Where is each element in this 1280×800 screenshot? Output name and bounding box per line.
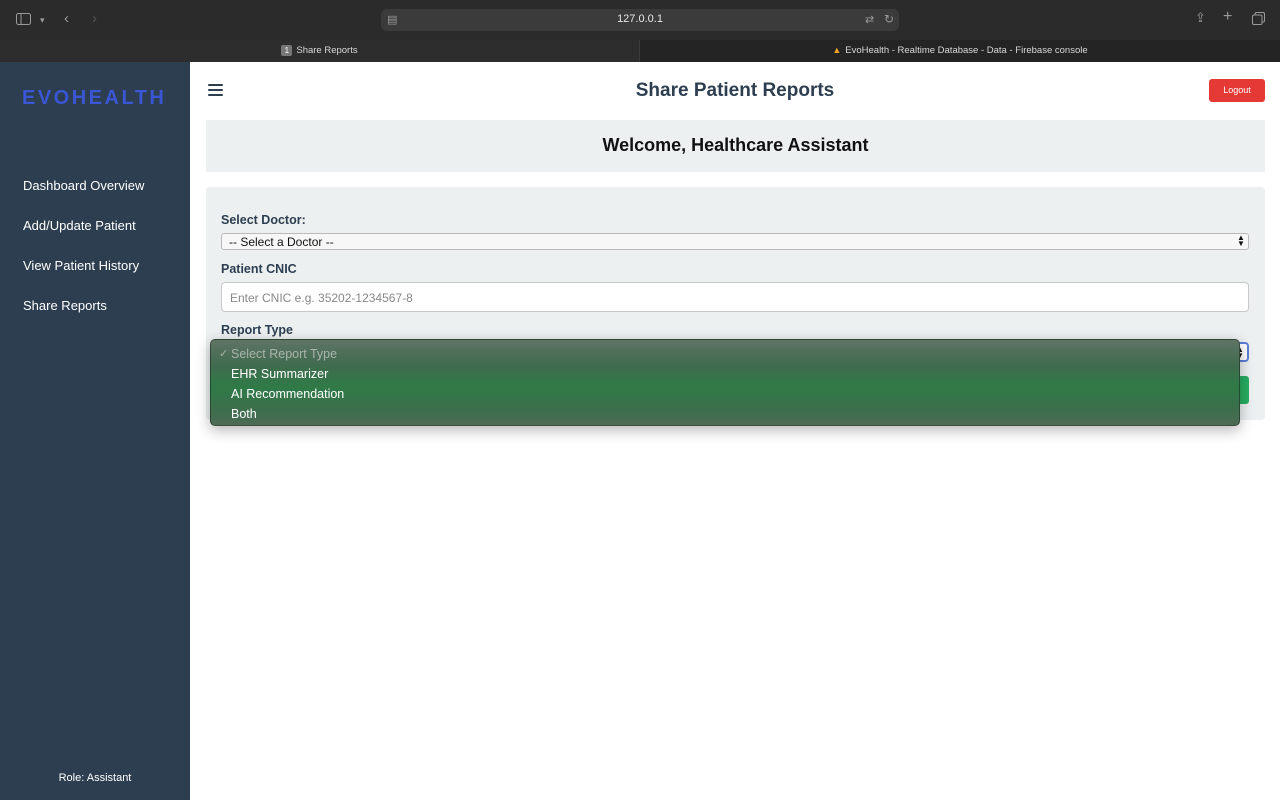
- sidebar: EVOHEALTH Dashboard Overview Add/Update …: [0, 62, 190, 800]
- chevron-down-icon[interactable]: ▾: [40, 13, 45, 27]
- tab-label: EvoHealth - Realtime Database - Data - F…: [845, 45, 1088, 56]
- welcome-text: Welcome, Healthcare Assistant: [602, 135, 869, 155]
- translate-icon[interactable]: ⇄: [865, 13, 874, 27]
- logo: EVOHEALTH: [22, 87, 167, 109]
- cnic-label: Patient CNIC: [221, 262, 297, 276]
- url-text: 127.0.0.1: [617, 13, 663, 25]
- sidebar-item-share-reports[interactable]: Share Reports: [23, 298, 107, 313]
- share-icon[interactable]: ⇪: [1195, 11, 1206, 25]
- role-label: Role: Assistant: [58, 772, 132, 784]
- main-content: Share Patient Reports Logout Welcome, He…: [190, 62, 1280, 800]
- sidebar-item-view-patient-history[interactable]: View Patient History: [23, 258, 139, 273]
- option-label: Select Report Type: [231, 347, 338, 361]
- sidebar-item-add-update-patient[interactable]: Add/Update Patient: [23, 218, 136, 233]
- tab-badge: 1: [281, 45, 293, 56]
- option-both[interactable]: Both: [231, 407, 257, 421]
- updown-arrows-icon: ▲▼: [1237, 233, 1245, 248]
- checkmark-icon: ✓: [219, 348, 229, 360]
- report-type-label: Report Type: [221, 323, 293, 337]
- sidebar-toggle-icon[interactable]: [16, 13, 31, 27]
- new-tab-icon[interactable]: +: [1223, 9, 1232, 25]
- firebase-icon: ▲: [832, 45, 842, 55]
- tabs-overview-icon[interactable]: [1252, 12, 1265, 27]
- reload-icon[interactable]: ↻: [884, 12, 894, 26]
- option-select-report-type: ✓ Select Report Type: [219, 347, 338, 361]
- doctor-select[interactable]: -- Select a Doctor -- ▲ ▼: [221, 233, 1249, 250]
- tab-bar: 1 Share Reports ▲ EvoHealth - Realtime Dat…: [0, 40, 1280, 62]
- sidebar-item-dashboard-overview[interactable]: Dashboard Overview: [23, 178, 144, 193]
- logout-button[interactable]: Logout: [1209, 79, 1265, 102]
- option-ai-recommendation[interactable]: AI Recommendation: [231, 387, 344, 401]
- doctor-select-value: -- Select a Doctor --: [229, 235, 334, 249]
- page-title: Share Patient Reports: [635, 80, 835, 101]
- tab-label: Share Reports: [296, 45, 358, 56]
- tab-firebase-console[interactable]: ▲ EvoHealth - Realtime Database - Data - …: [639, 40, 1280, 62]
- tab-share-reports[interactable]: 1 Share Reports: [0, 40, 639, 62]
- welcome-banner: Welcome, Healthcare Assistant: [206, 120, 1265, 172]
- cnic-placeholder: Enter CNIC e.g. 35202-1234567-8: [230, 291, 413, 305]
- browser-toolbar: ▾ ‹ › ▤ 127.0.0.1 ⇄ ↻ ⇪ +: [0, 0, 1280, 40]
- forward-icon[interactable]: ›: [92, 11, 97, 26]
- option-ehr-summarizer[interactable]: EHR Summarizer: [231, 367, 328, 381]
- back-icon[interactable]: ‹: [64, 11, 69, 26]
- address-bar[interactable]: ▤ 127.0.0.1 ⇄ ↻: [381, 9, 899, 31]
- doctor-label: Select Doctor:: [221, 213, 306, 227]
- report-type-dropdown: ✓ Select Report Type EHR Summarizer AI R…: [210, 339, 1240, 426]
- cnic-input[interactable]: Enter CNIC e.g. 35202-1234567-8: [221, 282, 1249, 312]
